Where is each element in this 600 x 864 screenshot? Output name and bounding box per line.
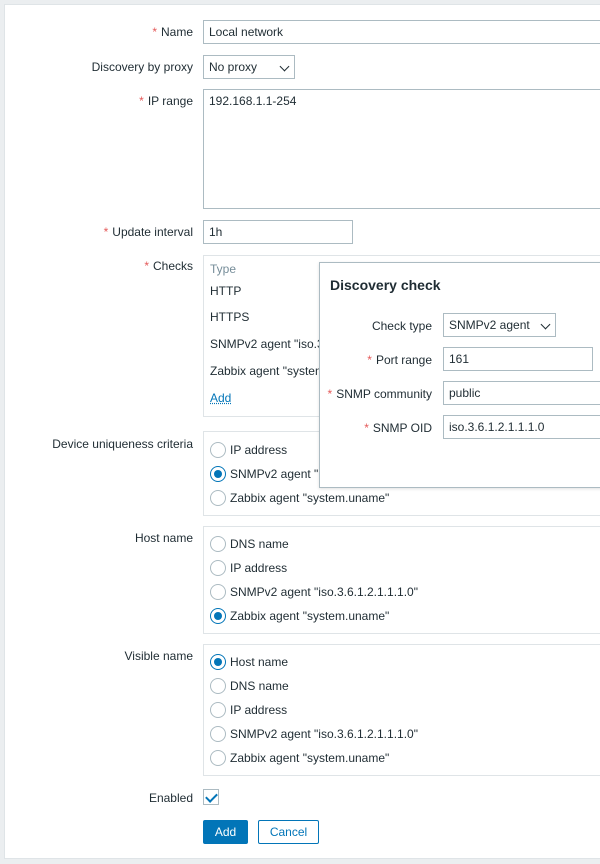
- visible-name-radio-group: Host name DNS name IP address SNMPv2 age…: [203, 644, 600, 776]
- uniqueness-option[interactable]: SNMPv2 agent ": [210, 465, 318, 483]
- chevron-down-icon: [279, 61, 290, 72]
- dialog-title: Discovery check: [330, 277, 441, 293]
- radio-selected-icon: [210, 607, 226, 624]
- uniqueness-option[interactable]: IP address: [210, 441, 287, 459]
- checks-type-header: Type: [210, 262, 237, 276]
- ip-range-label: * IP range: [139, 94, 193, 108]
- check-item: Zabbix agent "system: [210, 364, 325, 378]
- radio-icon: [210, 677, 226, 694]
- add-check-link[interactable]: Add: [210, 391, 231, 405]
- host-name-option[interactable]: DNS name: [210, 535, 289, 553]
- visible-name-option[interactable]: DNS name: [210, 677, 289, 695]
- update-interval-input[interactable]: 1h: [203, 220, 353, 244]
- radio-icon: [210, 701, 226, 718]
- name-label: * Name: [152, 25, 193, 39]
- add-button[interactable]: Add: [203, 820, 248, 844]
- check-type-select[interactable]: SNMPv2 agent: [443, 313, 556, 337]
- enabled-checkbox[interactable]: [203, 789, 219, 805]
- snmp-oid-input[interactable]: iso.3.6.1.2.1.1.1.0: [443, 415, 600, 439]
- radio-icon: [210, 441, 226, 458]
- radio-icon: [210, 583, 226, 600]
- port-range-label: * Port range: [367, 353, 432, 367]
- proxy-label: Discovery by proxy: [91, 60, 193, 74]
- ip-range-textarea[interactable]: 192.168.1.1-254: [203, 89, 600, 209]
- host-name-radio-group: DNS name IP address SNMPv2 agent "iso.3.…: [203, 526, 600, 634]
- name-input[interactable]: Local network: [203, 20, 600, 44]
- proxy-select[interactable]: No proxy: [203, 55, 295, 79]
- visible-name-option[interactable]: Host name: [210, 653, 288, 671]
- uniqueness-label: Device uniqueness criteria: [52, 437, 193, 451]
- cancel-button[interactable]: Cancel: [258, 820, 319, 844]
- check-item: SNMPv2 agent "iso.3: [210, 337, 324, 351]
- snmp-community-label: * SNMP community: [327, 387, 432, 401]
- check-type-label: Check type: [371, 319, 432, 333]
- host-name-option[interactable]: SNMPv2 agent "iso.3.6.1.2.1.1.1.0": [210, 583, 418, 601]
- visible-name-label: Visible name: [124, 649, 193, 663]
- visible-name-option[interactable]: SNMPv2 agent "iso.3.6.1.2.1.1.1.0": [210, 725, 418, 743]
- snmp-oid-label: * SNMP OID: [364, 421, 432, 435]
- check-item: HTTP: [210, 284, 242, 298]
- radio-icon: [210, 559, 226, 576]
- host-name-option[interactable]: IP address: [210, 559, 287, 577]
- radio-selected-icon: [210, 465, 226, 482]
- checks-label: * Checks: [144, 259, 193, 273]
- visible-name-option[interactable]: IP address: [210, 701, 287, 719]
- enabled-label: Enabled: [148, 791, 193, 805]
- radio-icon: [210, 489, 226, 506]
- host-name-option[interactable]: Zabbix agent "system.uname": [210, 607, 389, 625]
- radio-icon: [210, 749, 226, 766]
- radio-icon: [210, 725, 226, 742]
- radio-selected-icon: [210, 653, 226, 670]
- visible-name-option[interactable]: Zabbix agent "system.uname": [210, 749, 389, 767]
- update-interval-label: * Update interval: [103, 225, 193, 239]
- port-range-input[interactable]: 161: [443, 347, 593, 371]
- host-name-label: Host name: [134, 531, 193, 545]
- radio-icon: [210, 535, 226, 552]
- discovery-check-dialog: Discovery check Check type SNMPv2 agent …: [319, 262, 600, 488]
- snmp-community-input[interactable]: public: [443, 381, 600, 405]
- check-item: HTTPS: [210, 310, 250, 324]
- chevron-down-icon: [540, 319, 551, 330]
- uniqueness-option[interactable]: Zabbix agent "system.uname": [210, 489, 389, 507]
